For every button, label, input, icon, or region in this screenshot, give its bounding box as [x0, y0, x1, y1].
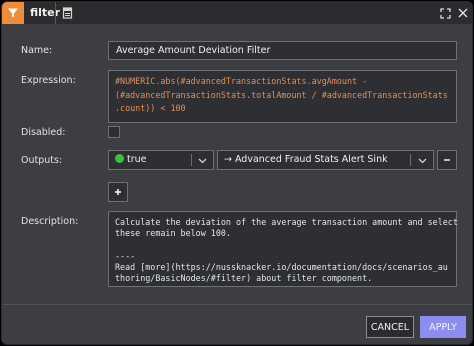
- title-divider: [55, 2, 56, 24]
- title-bar[interactable]: filter: [2, 2, 472, 24]
- chevron-down-icon[interactable]: [198, 156, 207, 165]
- add-output-button[interactable]: [108, 182, 128, 202]
- description-line: Calculate the deviation of the average t…: [115, 217, 458, 227]
- output-target-value: → Advanced Fraud Stats Alert Sink: [224, 154, 388, 165]
- plus-icon: [115, 189, 121, 195]
- expression-label: Expression:: [21, 75, 76, 86]
- close-icon[interactable]: [456, 6, 470, 20]
- output-condition-select[interactable]: true: [108, 150, 214, 170]
- minus-icon: [444, 159, 450, 161]
- select-divider: [191, 154, 192, 166]
- output-condition-value: true: [127, 154, 147, 165]
- expand-icon[interactable]: [438, 6, 452, 20]
- outputs-label: Outputs:: [21, 155, 63, 166]
- expression-line: .count)) < 100: [115, 103, 186, 113]
- cancel-button[interactable]: CANCEL: [366, 316, 414, 338]
- filter-icon: [2, 2, 24, 24]
- chevron-down-icon[interactable]: [418, 156, 427, 165]
- expression-editor[interactable]: #NUMERIC.abs(#advancedTransactionStats.a…: [108, 70, 457, 123]
- disabled-checkbox[interactable]: [108, 126, 120, 138]
- remove-output-button[interactable]: [437, 150, 457, 170]
- expression-line: (#advancedTransactionStats.totalAmount /…: [115, 89, 448, 100]
- description-line: Read [more](https://nussknacker.io/docum…: [115, 261, 448, 284]
- output-target-select[interactable]: → Advanced Fraud Stats Alert Sink: [217, 150, 434, 170]
- document-icon[interactable]: [59, 5, 75, 21]
- node-details-window: filter Name: Average Amount Deviation Fi…: [1, 1, 473, 345]
- select-divider: [410, 154, 411, 166]
- name-input[interactable]: Average Amount Deviation Filter: [108, 41, 457, 60]
- true-indicator-icon: [115, 154, 124, 163]
- name-label: Name:: [21, 45, 53, 56]
- footer-divider: [2, 304, 472, 305]
- description-line: ----: [115, 250, 136, 261]
- description-line: these remain below 100.: [115, 228, 231, 239]
- expression-line: #NUMERIC.abs(#advancedTransactionStats.a…: [115, 76, 368, 86]
- disabled-label: Disabled:: [21, 127, 66, 138]
- description-line: ​: [115, 239, 450, 250]
- description-label: Description:: [21, 216, 79, 227]
- apply-button[interactable]: APPLY: [420, 316, 466, 338]
- description-editor[interactable]: Calculate the deviation of the average t…: [108, 211, 458, 287]
